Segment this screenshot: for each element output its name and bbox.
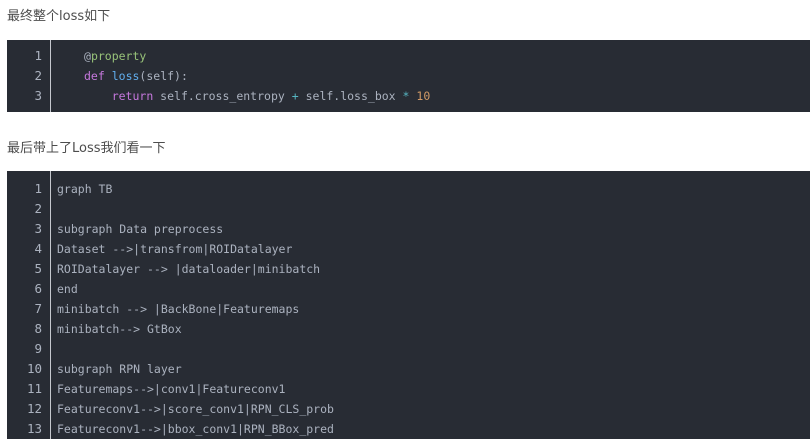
code-line: 3 return self.cross_entropy + self.loss_… — [7, 86, 810, 106]
line-number: 1 — [34, 181, 42, 196]
line-number: 12 — [26, 401, 42, 416]
code-token: + — [291, 89, 299, 103]
line-number: 13 — [26, 421, 42, 436]
line-number: 5 — [34, 261, 42, 276]
code-line: 4 Dataset -->|transfrom|ROIDatalayer — [7, 239, 810, 259]
code-text: subgraph Data preprocess — [57, 222, 224, 236]
code-lines: 1 graph TB 2 3 subgraph Data preprocess 4 Data… — [7, 179, 810, 439]
code-block-loss[interactable]: 1 @property 2 def loss(self): 3 return self.… — [7, 40, 810, 112]
code-token: self.loss_box — [298, 89, 403, 103]
line-number: 2 — [34, 68, 42, 83]
code-token: def — [84, 69, 105, 83]
code-line: 10 subgraph RPN layer — [7, 359, 810, 379]
code-token: self.cross_entropy — [153, 89, 292, 103]
code-text: Featureconv1-->|score_conv1|RPN_CLS_prob — [57, 402, 334, 416]
code-text: return self.cross_entropy + self.loss_bo… — [84, 86, 431, 106]
code-block-graph[interactable]: 1 graph TB 2 3 subgraph Data preprocess 4 Data… — [7, 171, 810, 439]
line-number: 4 — [34, 241, 42, 256]
line-number: 3 — [34, 88, 42, 103]
line-number: 1 — [34, 48, 42, 63]
code-line: 3 subgraph Data preprocess — [7, 219, 810, 239]
code-text: graph TB — [57, 182, 113, 196]
code-line: 12 Featureconv1-->|score_conv1|RPN_CLS_pr… — [7, 399, 810, 419]
code-line: 1 @property — [7, 46, 810, 66]
code-text: subgraph RPN layer — [57, 362, 182, 376]
code-line: 2 def loss(self): — [7, 66, 810, 86]
line-number: 9 — [34, 341, 42, 356]
code-line: 5 ROIDatalayer --> |dataloader|minibatch — [7, 259, 810, 279]
code-lines: 1 @property 2 def loss(self): 3 return self.… — [7, 46, 810, 106]
line-number: 8 — [34, 321, 42, 336]
paragraph-loss-graph-intro: 最后带上了Loss我们看一下 — [7, 141, 166, 156]
code-text: minibatch --> |BackBone|Featuremaps — [57, 302, 300, 316]
line-number: 11 — [26, 381, 42, 396]
paragraph-loss-intro: 最终整个loss如下 — [7, 9, 111, 24]
code-line: 7 minibatch --> |BackBone|Featuremaps — [7, 299, 810, 319]
code-line: 13 Featureconv1-->|bbox_conv1|RPN_BBox_pr… — [7, 419, 810, 439]
line-number: 7 — [34, 301, 42, 316]
code-line: 11 Featuremaps-->|conv1|Featureconv1 — [7, 379, 810, 399]
code-text: @property — [84, 46, 146, 66]
code-text: minibatch--> GtBox — [57, 322, 182, 336]
line-number: 10 — [26, 361, 42, 376]
code-line: 1 graph TB — [7, 179, 810, 199]
code-token: return — [111, 89, 154, 103]
line-number: 6 — [34, 281, 42, 296]
line-number: 3 — [34, 221, 42, 236]
code-line: 8 minibatch--> GtBox — [7, 319, 810, 339]
code-text: def loss(self): — [84, 66, 188, 86]
code-line: 6 end — [7, 279, 810, 299]
code-text: ROIDatalayer --> |dataloader|minibatch — [57, 262, 321, 276]
line-number: 2 — [34, 201, 42, 216]
code-text: Dataset -->|transfrom|ROIDatalayer — [57, 242, 293, 256]
code-text: Featuremaps-->|conv1|Featureconv1 — [57, 382, 286, 396]
code-token: (self): — [139, 69, 188, 83]
code-token: @ — [84, 49, 91, 63]
code-line: 9 — [7, 339, 810, 359]
code-token: 10 — [416, 89, 431, 103]
code-token: loss — [111, 69, 140, 83]
code-token: property — [90, 49, 147, 63]
code-line: 2 — [7, 199, 810, 219]
code-text: end — [57, 282, 78, 296]
code-text: Featureconv1-->|bbox_conv1|RPN_BBox_pred — [57, 422, 334, 436]
